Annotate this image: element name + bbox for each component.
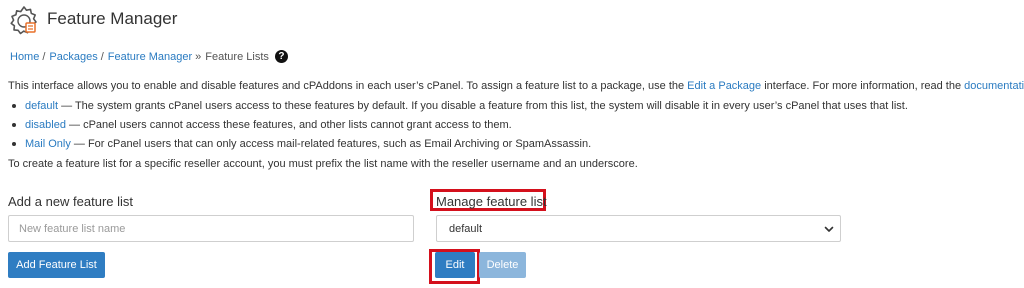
breadcrumb-home[interactable]: Home — [10, 51, 39, 63]
breadcrumb: Home / Packages / Feature Manager » Feat… — [10, 50, 288, 63]
list-item-text: — For cPanel users that can only access … — [70, 138, 592, 150]
add-feature-list-button[interactable]: Add Feature List — [8, 252, 105, 278]
intro-text: This interface allows you to enable and … — [8, 80, 1024, 92]
new-feature-list-name-input[interactable] — [8, 215, 414, 242]
chevron-down-icon — [824, 226, 834, 232]
breadcrumb-separator: » — [195, 50, 202, 63]
intro-text-part: interface. For more information, read th… — [761, 80, 965, 92]
breadcrumb-separator: / — [42, 50, 46, 63]
documentation-link[interactable]: documentation — [964, 80, 1024, 92]
list-item-text: — cPanel users cannot access these featu… — [65, 119, 512, 131]
list-item-text: — The system grants cPanel users access … — [58, 100, 908, 112]
intro-text-part: This interface allows you to enable and … — [8, 80, 688, 92]
edit-package-link[interactable]: Edit a Package — [687, 80, 761, 92]
breadcrumb-current: Feature Lists — [205, 50, 269, 63]
add-feature-list-heading: Add a new feature list — [8, 194, 134, 209]
breadcrumb-feature-manager[interactable]: Feature Manager — [108, 51, 192, 63]
delete-button[interactable]: Delete — [479, 252, 526, 278]
list-item: default — The system grants cPanel users… — [12, 99, 908, 118]
page-title: Feature Manager — [47, 9, 178, 28]
reseller-note: To create a feature list for a specific … — [8, 158, 638, 170]
selected-feature-list: default — [449, 222, 483, 235]
manage-feature-list-heading: Manage feature list — [436, 194, 547, 209]
feature-list-descriptions: default — The system grants cPanel users… — [12, 99, 908, 156]
breadcrumb-packages[interactable]: Packages — [49, 51, 97, 63]
feature-manager-icon — [10, 6, 37, 35]
edit-button[interactable]: Edit — [435, 252, 475, 278]
default-list-link[interactable]: default — [25, 100, 58, 112]
mail-only-list-link[interactable]: Mail Only — [25, 138, 71, 150]
breadcrumb-separator: / — [100, 50, 104, 63]
list-item: disabled — cPanel users cannot access th… — [12, 118, 908, 137]
disabled-list-link[interactable]: disabled — [25, 119, 66, 131]
help-icon[interactable]: ? — [274, 50, 288, 63]
feature-list-select[interactable]: default — [436, 215, 841, 242]
list-item: Mail Only — For cPanel users that can on… — [12, 137, 908, 156]
